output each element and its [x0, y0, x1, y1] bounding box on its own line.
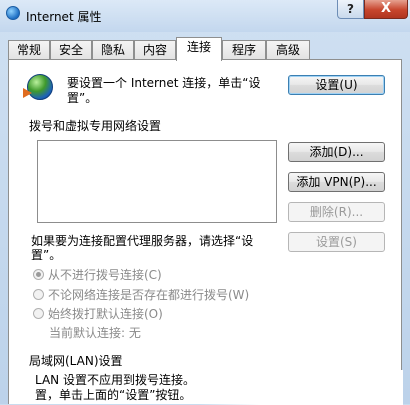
internet-globe-icon	[6, 6, 20, 20]
tab-advanced[interactable]: 高级	[266, 40, 310, 60]
radio-button[interactable]	[33, 308, 44, 319]
tab-programs[interactable]: 程序	[222, 40, 266, 60]
blurred-region	[199, 370, 403, 405]
current-default-label: 当前默认连接: 无	[49, 326, 141, 340]
add-vpn-button[interactable]: 添加 VPN(P)...	[288, 172, 385, 192]
tab-privacy[interactable]: 隐私	[92, 40, 134, 60]
internet-properties-window: Internet 属性 ? X 常规 安全 隐私 内容 连接 程序 高级 要设置…	[0, 0, 410, 405]
connection-settings-button[interactable]: 设置(S)	[288, 232, 385, 252]
tab-general[interactable]: 常规	[8, 40, 50, 60]
connections-panel: 要设置一个 Internet 连接，单击“设 置”。 设置(U) 拨号和虚拟专用…	[8, 59, 403, 405]
close-button[interactable]: X	[364, 0, 408, 19]
tab-connections[interactable]: 连接	[176, 37, 222, 61]
proxy-text-line2: 置”。	[31, 248, 62, 262]
radio-never-dial[interactable]: 从不进行拨号连接(C)	[33, 266, 162, 282]
tab-security[interactable]: 安全	[50, 40, 92, 60]
window-title: Internet 属性	[26, 10, 102, 24]
lan-text-line2: 置，单击上面的“设置”按钮。	[35, 388, 192, 402]
lan-settings-header: 局域网(LAN)设置	[29, 354, 123, 368]
proxy-text-line1: 如果要为连接配置代理服务器，请选择“设	[31, 234, 254, 248]
title-bar[interactable]: Internet 属性 ? X	[0, 0, 410, 32]
delete-button[interactable]: 删除(R)...	[288, 202, 385, 222]
setup-text-line2: 置”。	[67, 91, 98, 105]
connections-listbox[interactable]	[37, 140, 277, 223]
add-button[interactable]: 添加(D)...	[288, 142, 385, 162]
radio-button[interactable]	[33, 289, 44, 300]
dialup-vpn-header: 拨号和虚拟专用网络设置	[29, 119, 162, 133]
setup-button[interactable]: 设置(U)	[288, 75, 385, 95]
tab-content[interactable]: 内容	[134, 40, 176, 60]
radio-always-dial-default[interactable]: 始终拨打默认连接(O)	[33, 305, 163, 321]
arrow-icon	[23, 88, 32, 98]
help-button[interactable]: ?	[337, 0, 364, 19]
radio-button[interactable]	[33, 269, 44, 280]
radio-dial-whenever[interactable]: 不论网络连接是否存在都进行拨号(W)	[33, 286, 249, 302]
